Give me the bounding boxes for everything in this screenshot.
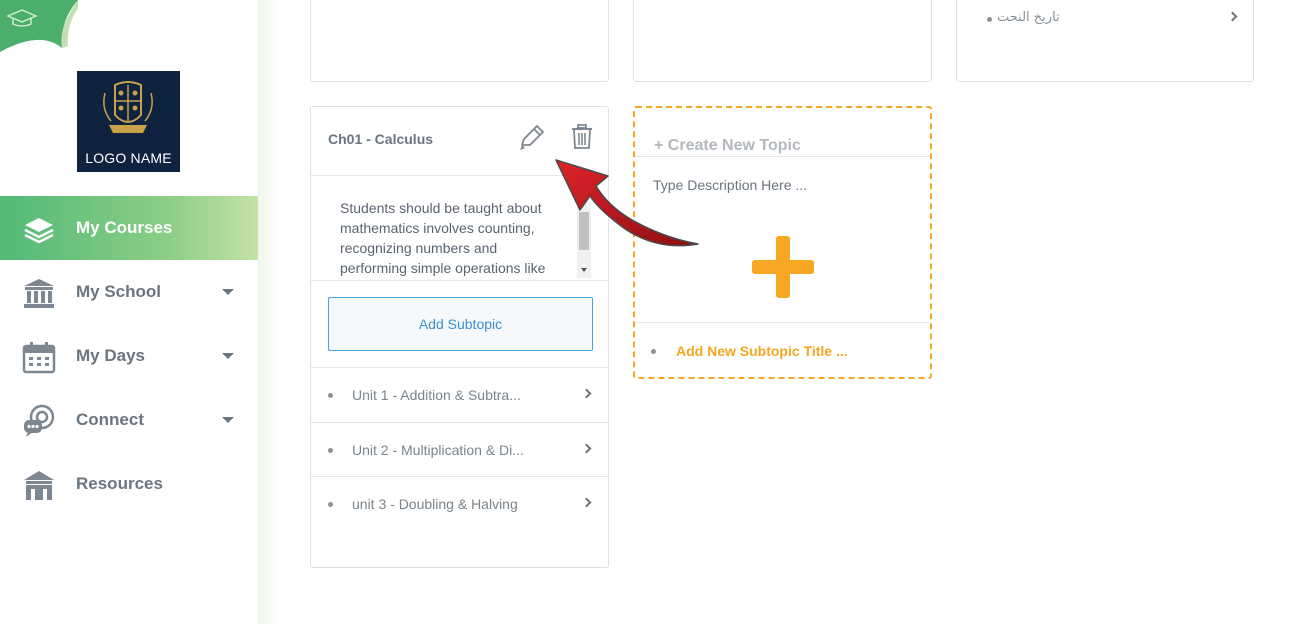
chevron-down-icon[interactable] [222, 289, 234, 295]
sidebar: LOGO NAME My Courses My School My Days C… [0, 0, 258, 624]
sidebar-nav: My Courses My School My Days Connect Res… [0, 196, 258, 516]
logo-name-text: LOGO NAME [85, 150, 172, 166]
topic-description: Students should be taught about mathemat… [340, 200, 546, 276]
calendar-icon [22, 342, 56, 374]
new-topic-title-input[interactable]: + Create New Topic [654, 137, 801, 155]
sidebar-item-label: Resources [76, 474, 163, 493]
sidebar-item-label: Connect [76, 410, 144, 429]
sidebar-item-my-school[interactable]: My School [0, 260, 258, 324]
chevron-right-icon [581, 497, 592, 508]
bullet-icon [651, 349, 656, 354]
crest-icon [103, 81, 153, 133]
sidebar-item-my-days[interactable]: My Days [0, 324, 258, 388]
divider [635, 322, 930, 323]
pencil-edit-icon[interactable] [517, 124, 545, 152]
sidebar-shadow [258, 0, 278, 624]
school-logo[interactable]: LOGO NAME [77, 71, 180, 172]
sidebar-item-label: My Courses [76, 218, 173, 237]
subtopic-label: unit 3 - Doubling & Halving [352, 496, 518, 512]
bullet-icon [328, 448, 333, 453]
library-icon [24, 471, 54, 500]
bullet-icon [987, 17, 992, 22]
chevron-right-icon [581, 443, 592, 454]
subtopic-list-item[interactable]: unit 3 - Doubling & Halving [311, 476, 608, 531]
subtopic-label: تاريخ النحت [997, 10, 1060, 25]
chat-connect-icon [24, 404, 55, 437]
subtopic-label: Unit 2 - Multiplication & Di... [352, 442, 524, 458]
add-subtopic-button[interactable]: Add Subtopic [328, 297, 593, 351]
topic-card: تاريخ النحت [956, 0, 1254, 82]
plus-add-icon[interactable] [752, 236, 814, 298]
topic-card [633, 0, 932, 82]
chevron-down-icon[interactable] [222, 353, 234, 359]
trash-delete-icon[interactable] [571, 124, 593, 150]
annotation-arrow-icon [555, 159, 699, 247]
sidebar-item-label: My School [76, 282, 162, 301]
sidebar-item-label: My Days [76, 346, 145, 365]
bullet-icon [328, 393, 333, 398]
divider [311, 280, 608, 281]
sidebar-item-connect[interactable]: Connect [0, 388, 258, 452]
subtopic-list-item[interactable]: تاريخ النحت [971, 9, 1241, 29]
topic-title: Ch01 - Calculus [328, 131, 434, 147]
bullet-icon [328, 502, 333, 507]
chevron-down-icon[interactable] [222, 417, 234, 423]
subtopic-label: Unit 1 - Addition & Subtra... [352, 387, 521, 403]
topic-card [310, 0, 609, 82]
chevron-right-icon [581, 388, 592, 399]
school-building-icon [24, 279, 54, 308]
chevron-right-icon [1227, 11, 1238, 22]
subtopic-list-item[interactable]: Unit 1 - Addition & Subtra... [311, 367, 608, 422]
sidebar-item-my-courses[interactable]: My Courses [0, 196, 258, 260]
sidebar-item-resources[interactable]: Resources [0, 452, 258, 516]
layers-icon [24, 218, 54, 244]
graduation-cap-corner-icon [0, 0, 78, 52]
new-subtopic-title-input[interactable]: Add New Subtopic Title ... [676, 343, 848, 359]
subtopic-list-item[interactable]: Unit 2 - Multiplication & Di... [311, 422, 608, 477]
scroll-down-arrow-icon[interactable] [581, 268, 587, 272]
